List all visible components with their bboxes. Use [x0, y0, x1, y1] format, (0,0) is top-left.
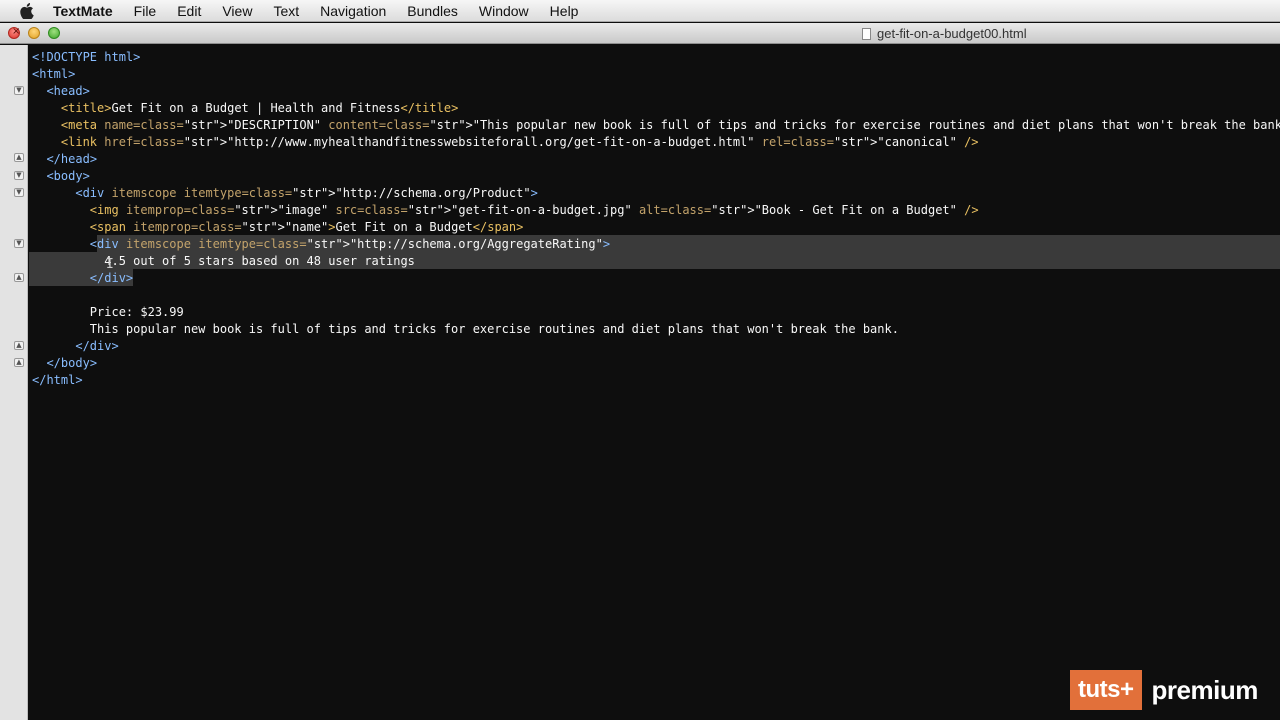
- code-line[interactable]: Price: $23.99: [32, 304, 1280, 321]
- code-line[interactable]: <body>: [32, 168, 1280, 185]
- fold-toggle-icon[interactable]: ▲: [14, 153, 24, 162]
- close-window-button[interactable]: ×: [8, 26, 21, 39]
- tuts-premium-logo: tuts+ premium: [1070, 670, 1258, 710]
- minimize-window-button[interactable]: [28, 27, 40, 39]
- code-line[interactable]: <meta name=class="str">"DESCRIPTION" con…: [32, 117, 1280, 134]
- fold-toggle-icon[interactable]: ▲: [14, 341, 24, 350]
- code-line[interactable]: <link href=class="str">"http://www.myhea…: [32, 134, 1280, 151]
- code-line[interactable]: </html>: [32, 372, 1280, 389]
- code-line[interactable]: <!DOCTYPE html>: [32, 49, 1280, 66]
- menu-navigation[interactable]: Navigation: [320, 3, 386, 19]
- code-line[interactable]: </body>: [32, 355, 1280, 372]
- document-icon: [862, 27, 871, 40]
- code-line[interactable]: <head>: [32, 83, 1280, 100]
- menu-bar: TextMate File Edit View Text Navigation …: [0, 0, 1280, 22]
- logo-badge: tuts+: [1070, 670, 1142, 710]
- document-title-text: get-fit-on-a-budget00.html: [877, 26, 1027, 41]
- apple-icon[interactable]: [17, 1, 37, 21]
- fold-toggle-icon[interactable]: ▼: [14, 239, 24, 248]
- document-title: get-fit-on-a-budget00.html: [862, 26, 1027, 41]
- code-line[interactable]: </div>: [32, 270, 1280, 287]
- code-line[interactable]: <div itemscope itemtype=class="str">"htt…: [32, 236, 1280, 253]
- code-editor[interactable]: <!DOCTYPE html> <html> <head> <title>Get …: [29, 45, 1280, 720]
- menu-file[interactable]: File: [134, 3, 157, 19]
- fold-toggle-icon[interactable]: ▼: [14, 86, 24, 95]
- fold-toggle-icon[interactable]: ▼: [14, 188, 24, 197]
- code-line[interactable]: [32, 287, 1280, 304]
- logo-text: premium: [1151, 674, 1259, 705]
- zoom-window-button[interactable]: [48, 27, 60, 39]
- code-line[interactable]: <div itemscope itemtype=class="str">"htt…: [32, 185, 1280, 202]
- code-line[interactable]: <img itemprop=class="str">"image" src=cl…: [32, 202, 1280, 219]
- menu-help[interactable]: Help: [550, 3, 579, 19]
- code-line[interactable]: <span itemprop=class="str">"name">Get Fi…: [32, 219, 1280, 236]
- window-titlebar[interactable]: × get-fit-on-a-budget00.html: [0, 23, 1280, 44]
- fold-toggle-icon[interactable]: ▼: [14, 171, 24, 180]
- code-line[interactable]: </head>: [32, 151, 1280, 168]
- fold-toggle-icon[interactable]: ▲: [14, 273, 24, 282]
- code-line[interactable]: <title>Get Fit on a Budget | Health and …: [32, 100, 1280, 117]
- menu-bundles[interactable]: Bundles: [407, 3, 458, 19]
- code-line[interactable]: </div>: [32, 338, 1280, 355]
- close-icon: ×: [12, 26, 21, 37]
- fold-toggle-icon[interactable]: ▲: [14, 358, 24, 367]
- menu-text[interactable]: Text: [273, 3, 299, 19]
- text-cursor-icon: I: [106, 257, 114, 272]
- menu-view[interactable]: View: [222, 3, 252, 19]
- code-line[interactable]: <html>: [32, 66, 1280, 83]
- menu-app-name[interactable]: TextMate: [53, 3, 113, 19]
- menu-edit[interactable]: Edit: [177, 3, 201, 19]
- editor-gutter: ▼ ▲ ▼ ▼ ▼ ▲ ▲ ▲: [0, 45, 28, 720]
- code-line[interactable]: 4.5 out of 5 stars based on 48 user rati…: [32, 253, 1280, 270]
- code-line[interactable]: This popular new book is full of tips an…: [32, 321, 1280, 338]
- menu-window[interactable]: Window: [479, 3, 529, 19]
